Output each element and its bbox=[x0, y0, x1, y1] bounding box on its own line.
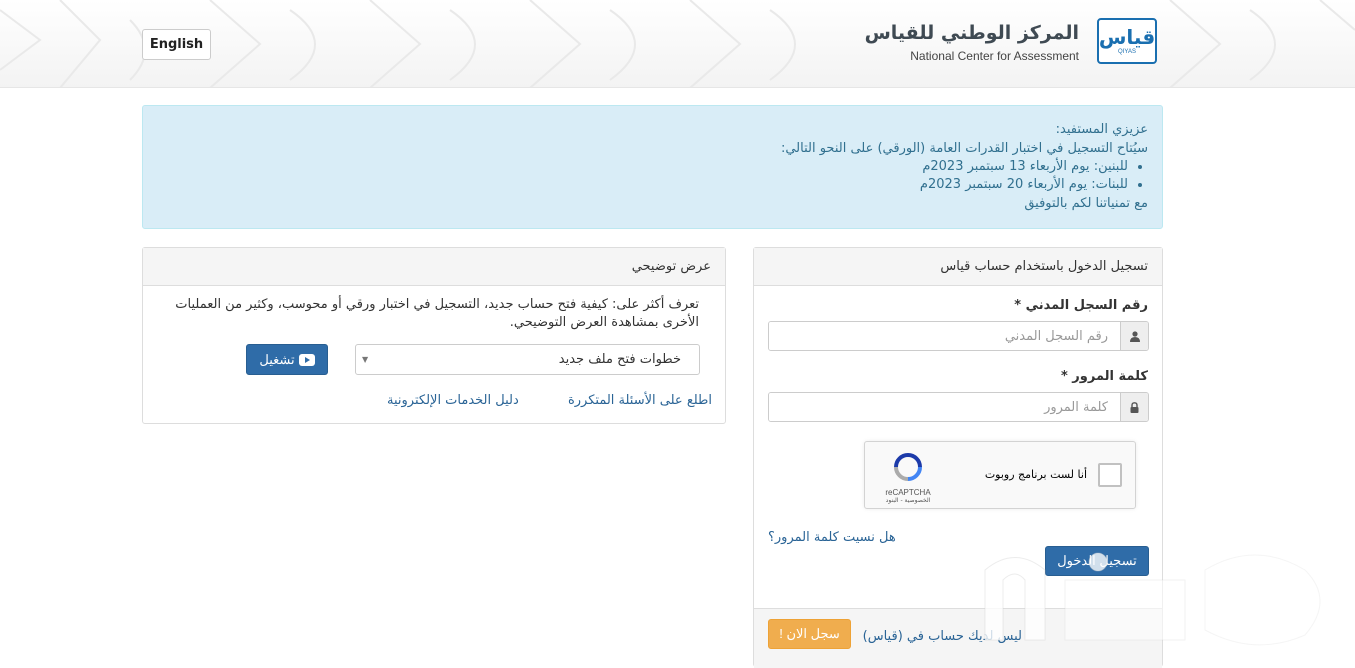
user-icon bbox=[1120, 322, 1148, 350]
qiyas-logo-icon: قياس QIYAS bbox=[1097, 18, 1157, 64]
logo-english-name: National Center for Assessment bbox=[910, 49, 1079, 63]
notice-greeting: عزيزي المستفيد: bbox=[1055, 122, 1148, 137]
demo-panel-heading: عرض توضيحي bbox=[143, 248, 725, 286]
recaptcha-label: أنا لست برنامج روبوت bbox=[984, 468, 1087, 481]
recaptcha-widget: أنا لست برنامج روبوت reCAPTCHA الخصوصية … bbox=[864, 441, 1136, 509]
qiyas-logo[interactable]: المركز الوطني للقياس National Center for… bbox=[865, 16, 1157, 68]
register-now-button[interactable]: سجل الان ! bbox=[768, 619, 851, 649]
national-id-input[interactable] bbox=[769, 322, 1120, 350]
youtube-play-icon bbox=[298, 353, 315, 366]
notice-closing: مع تمنياتنا لكم بالتوفيق bbox=[1024, 196, 1148, 211]
recaptcha-brand: reCAPTCHA bbox=[885, 488, 931, 497]
logo-mark-sub: QIYAS bbox=[1118, 49, 1136, 55]
login-panel-heading: تسجيل الدخول باستخدام حساب قياس bbox=[754, 248, 1162, 286]
logo-arabic-name: المركز الوطني للقياس bbox=[864, 22, 1079, 44]
play-button[interactable]: تشغيل bbox=[246, 344, 328, 375]
notice-item-boys: للبنين: يوم الأربعاء 13 سبتمبر 2023م bbox=[157, 158, 1128, 176]
play-button-label: تشغيل bbox=[259, 351, 295, 367]
national-id-group bbox=[768, 321, 1149, 351]
demo-panel: عرض توضيحي تعرف أكثر على: كيفية فتح حساب… bbox=[142, 247, 726, 424]
recaptcha-logo: reCAPTCHA الخصوصية - البنود bbox=[877, 452, 939, 504]
login-button[interactable]: تسجيل الدخول bbox=[1045, 546, 1149, 576]
lock-icon bbox=[1120, 393, 1148, 421]
password-input[interactable] bbox=[769, 393, 1120, 421]
notice-item-girls: للبنات: يوم الأربعاء 20 سبتمبر 2023م bbox=[157, 176, 1128, 194]
demo-select-value: خطوات فتح ملف جديد bbox=[558, 352, 681, 367]
password-label: كلمة المرور * bbox=[1060, 369, 1148, 384]
login-panel: تسجيل الدخول باستخدام حساب قياس رقم السج… bbox=[753, 247, 1163, 668]
recaptcha-icon bbox=[894, 453, 922, 481]
login-panel-footer: ليس لديك حساب في (قياس) سجل الان ! bbox=[754, 608, 1162, 668]
e-services-guide-link[interactable]: دليل الخدمات الإلكترونية bbox=[387, 393, 519, 408]
site-header: English المركز الوطني للقياس National Ce… bbox=[0, 0, 1355, 88]
national-id-label: رقم السجل المدني * bbox=[1014, 298, 1148, 313]
demo-description: تعرف أكثر على: كيفية فتح حساب جديد، التس… bbox=[175, 297, 699, 330]
notice-intro: سيُتاح التسجيل في اختبار القدرات العامة … bbox=[780, 141, 1148, 156]
recaptcha-terms-link[interactable]: الخصوصية - البنود bbox=[877, 497, 939, 504]
faq-link[interactable]: اطلع على الأسئلة المتكررة bbox=[568, 393, 712, 408]
logo-mark-glyph: قياس bbox=[1098, 25, 1156, 49]
info-notice: عزيزي المستفيد: سيُتاح التسجيل في اختبار… bbox=[142, 105, 1163, 229]
caret-down-icon: ▼ bbox=[362, 355, 369, 364]
password-group bbox=[768, 392, 1149, 422]
no-account-text: ليس لديك حساب في (قياس) bbox=[862, 629, 1022, 644]
recaptcha-checkbox[interactable] bbox=[1098, 463, 1122, 487]
notice-list: للبنين: يوم الأربعاء 13 سبتمبر 2023م للب… bbox=[157, 158, 1148, 194]
english-language-button[interactable]: English bbox=[142, 29, 211, 60]
forgot-password-link[interactable]: هل نسيت كلمة المرور؟ bbox=[768, 530, 896, 545]
demo-video-select[interactable]: خطوات فتح ملف جديد ▼ bbox=[355, 344, 700, 375]
